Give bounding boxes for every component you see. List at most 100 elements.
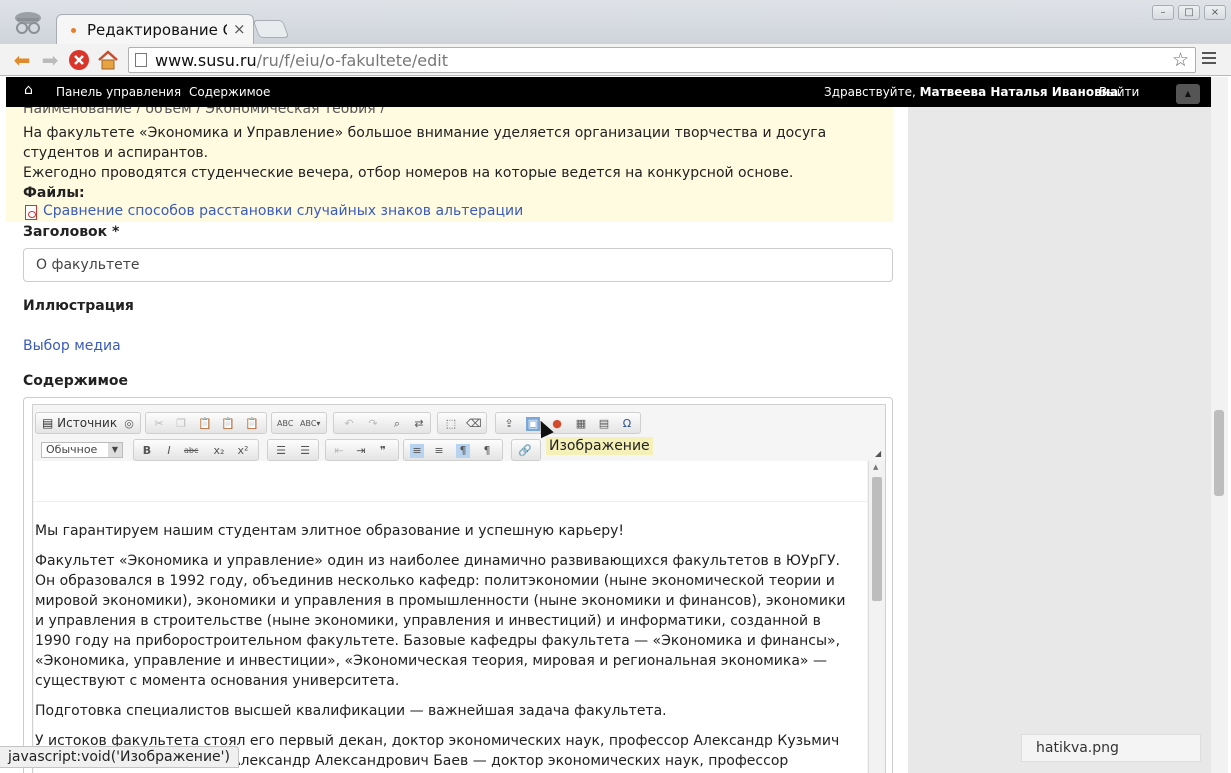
outdent-icon[interactable]: ⇤ — [332, 444, 346, 458]
url-text[interactable]: www.susu.ru/ru/f/eiu/o-fakultete/edit — [155, 51, 448, 70]
subscript-icon[interactable]: x₂ — [212, 444, 226, 458]
page-scrollbar[interactable] — [1211, 77, 1228, 773]
source-button[interactable]: ▤ Источник — [42, 416, 117, 430]
file-link[interactable]: Сравнение способов расстановки случайных… — [43, 203, 523, 219]
select-all-icon[interactable]: ⬚ — [444, 417, 458, 431]
stop-icon[interactable] — [67, 48, 91, 72]
status-bar: javascript:void('Изображение') — [0, 746, 239, 768]
browser-titlebar: Редактирование О ф × – □ × — [0, 0, 1231, 44]
notice-text-1: На факультете «Экономика и Управление» б… — [23, 125, 827, 161]
home-icon[interactable] — [96, 48, 120, 72]
media-select-link[interactable]: Выбор медиа — [23, 338, 121, 354]
paragraph[interactable]: Факультет «Экономика и управление» один … — [35, 551, 855, 691]
source-group: ▤ Источник ◎ — [35, 412, 141, 434]
page-icon — [135, 53, 147, 67]
maximize-icon[interactable]: □ — [1178, 5, 1200, 20]
paragraph[interactable]: Подготовка специалистов высшей квалифика… — [35, 701, 855, 721]
address-bar[interactable]: www.susu.ru/ru/f/eiu/o-fakultete/edit ☆ — [128, 47, 1196, 73]
download-item[interactable]: hatikva.png — [1021, 734, 1201, 762]
scroll-thumb[interactable] — [872, 477, 882, 601]
browser-menu-icon[interactable] — [1202, 52, 1216, 67]
greeting: Здравствуйте, Матвеева Наталья Ивановна. — [824, 85, 1122, 99]
format-select[interactable]: Обычное ▼ — [41, 442, 123, 458]
admin-toolbar: ⌂ Панель управления Содержимое Здравству… — [6, 77, 1211, 107]
content-label: Содержимое — [23, 373, 129, 389]
upload-icon[interactable]: ⇪ — [502, 417, 516, 431]
image-tooltip: Изображение — [546, 437, 653, 455]
bookmark-star-icon[interactable]: ☆ — [1172, 49, 1189, 71]
format-group: Обычное ▼ — [35, 439, 131, 461]
minimize-icon[interactable]: – — [1152, 5, 1174, 20]
find-icon[interactable]: ⌕ — [390, 417, 404, 431]
logout-link[interactable]: Выйти — [1099, 85, 1139, 99]
numbered-list-icon[interactable]: ☰ — [274, 444, 288, 458]
bullet-list-icon[interactable]: ☰ — [298, 444, 312, 458]
blockquote-icon[interactable]: ❞ — [376, 444, 390, 458]
browser-tab[interactable]: Редактирование О ф × — [56, 14, 254, 44]
format-value: Обычное — [46, 443, 98, 456]
remove-format-icon[interactable]: ⌫ — [466, 417, 482, 431]
resize-icon[interactable]: ◢ — [875, 449, 881, 458]
paste-word-icon[interactable]: 📋 — [245, 417, 259, 431]
incognito-icon — [8, 6, 48, 40]
ltr-icon[interactable]: ¶ — [456, 444, 470, 458]
user-name[interactable]: Матвеева Наталья Ивановна — [920, 85, 1118, 99]
copy-icon[interactable]: ❐ — [174, 417, 188, 431]
scroll-up-icon[interactable]: ▲ — [873, 463, 878, 471]
source-label: Источник — [57, 416, 118, 430]
superscript-icon[interactable]: x² — [236, 444, 250, 458]
editor-content[interactable]: Мы гарантируем нашим студентам элитное о… — [34, 461, 867, 773]
indent-icon[interactable]: ⇥ — [354, 444, 368, 458]
link-icon[interactable]: 🔗 — [518, 444, 532, 458]
editor-scrollbar[interactable]: ▲ — [868, 461, 885, 773]
clipboard-group: ✂ ❐ 📋 📋 📋 — [145, 412, 267, 434]
favicon-icon — [71, 28, 76, 33]
insert-group: ⇪ ▣ ● ▦ ▤ Ω — [495, 412, 641, 434]
content-link[interactable]: Содержимое — [189, 85, 270, 99]
maximize-icon[interactable]: ◎ — [122, 417, 136, 431]
table-icon[interactable]: ▦ — [574, 417, 588, 431]
spellcheck-menu-icon[interactable]: ABC▾ — [300, 417, 320, 431]
ckeditor: ▤ Источник ◎ ✂ ❐ 📋 📋 📋 ABC ABC▾ ↶ ↷ ⌕ ⇄ — [32, 404, 886, 773]
paste-icon[interactable]: 📋 — [198, 417, 212, 431]
new-tab-button[interactable] — [252, 20, 290, 38]
paragraph[interactable]: Мы гарантируем нашим студентам элитное о… — [35, 521, 855, 541]
content-editor-wrapper: ▤ Источник ◎ ✂ ❐ 📋 📋 📋 ABC ABC▾ ↶ ↷ ⌕ ⇄ — [23, 397, 893, 773]
align-group: ≡ ≡ ¶ ¶ — [403, 439, 503, 461]
back-icon[interactable]: ⬅ — [10, 48, 34, 72]
strike-icon[interactable]: abc — [184, 444, 198, 458]
select-group: ⬚ ⌫ — [437, 412, 487, 434]
align-right-icon[interactable]: ≡ — [432, 444, 446, 458]
forward-icon[interactable]: ➡ — [38, 48, 62, 72]
undo-group: ↶ ↷ ⌕ ⇄ — [333, 412, 431, 434]
indent-group: ⇤ ⇥ ❞ — [325, 439, 399, 461]
spellcheck-icon[interactable]: ABC — [277, 417, 293, 431]
pdf-icon — [25, 205, 37, 220]
dashboard-link[interactable]: Панель управления — [56, 85, 181, 99]
revision-notice: Наименование / объем / Экономическая тео… — [6, 101, 893, 222]
rtl-icon[interactable]: ¶ — [480, 444, 494, 458]
undo-icon[interactable]: ↶ — [342, 417, 356, 431]
cut-icon[interactable]: ✂ — [152, 417, 166, 431]
collapse-toolbar-button[interactable]: ▲ — [1176, 84, 1200, 104]
align-left-icon[interactable]: ≡ — [410, 444, 424, 458]
spell-group: ABC ABC▾ — [271, 412, 327, 434]
page-scroll-thumb[interactable] — [1214, 410, 1224, 496]
redo-icon[interactable]: ↷ — [366, 417, 380, 431]
tab-close-icon[interactable]: × — [233, 20, 246, 38]
italic-icon[interactable]: I — [162, 444, 176, 458]
replace-icon[interactable]: ⇄ — [412, 417, 426, 431]
home-icon[interactable]: ⌂ — [24, 82, 33, 98]
title-input[interactable]: О факультете — [23, 248, 893, 282]
chevron-down-icon: ▼ — [108, 443, 122, 457]
illustration-label: Иллюстрация — [23, 298, 134, 314]
title-label: Заголовок * — [23, 224, 120, 240]
bold-icon[interactable]: B — [140, 444, 154, 458]
page-viewport: Наименование / объем / Экономическая тео… — [6, 77, 1211, 773]
special-char-icon[interactable]: Ω — [620, 417, 634, 431]
paste-text-icon[interactable]: 📋 — [221, 417, 235, 431]
link-group: 🔗 — [511, 439, 541, 461]
close-window-icon[interactable]: × — [1204, 5, 1226, 20]
horizontal-rule-icon[interactable]: ▤ — [597, 417, 611, 431]
tab-title: Редактирование О ф — [87, 21, 227, 39]
